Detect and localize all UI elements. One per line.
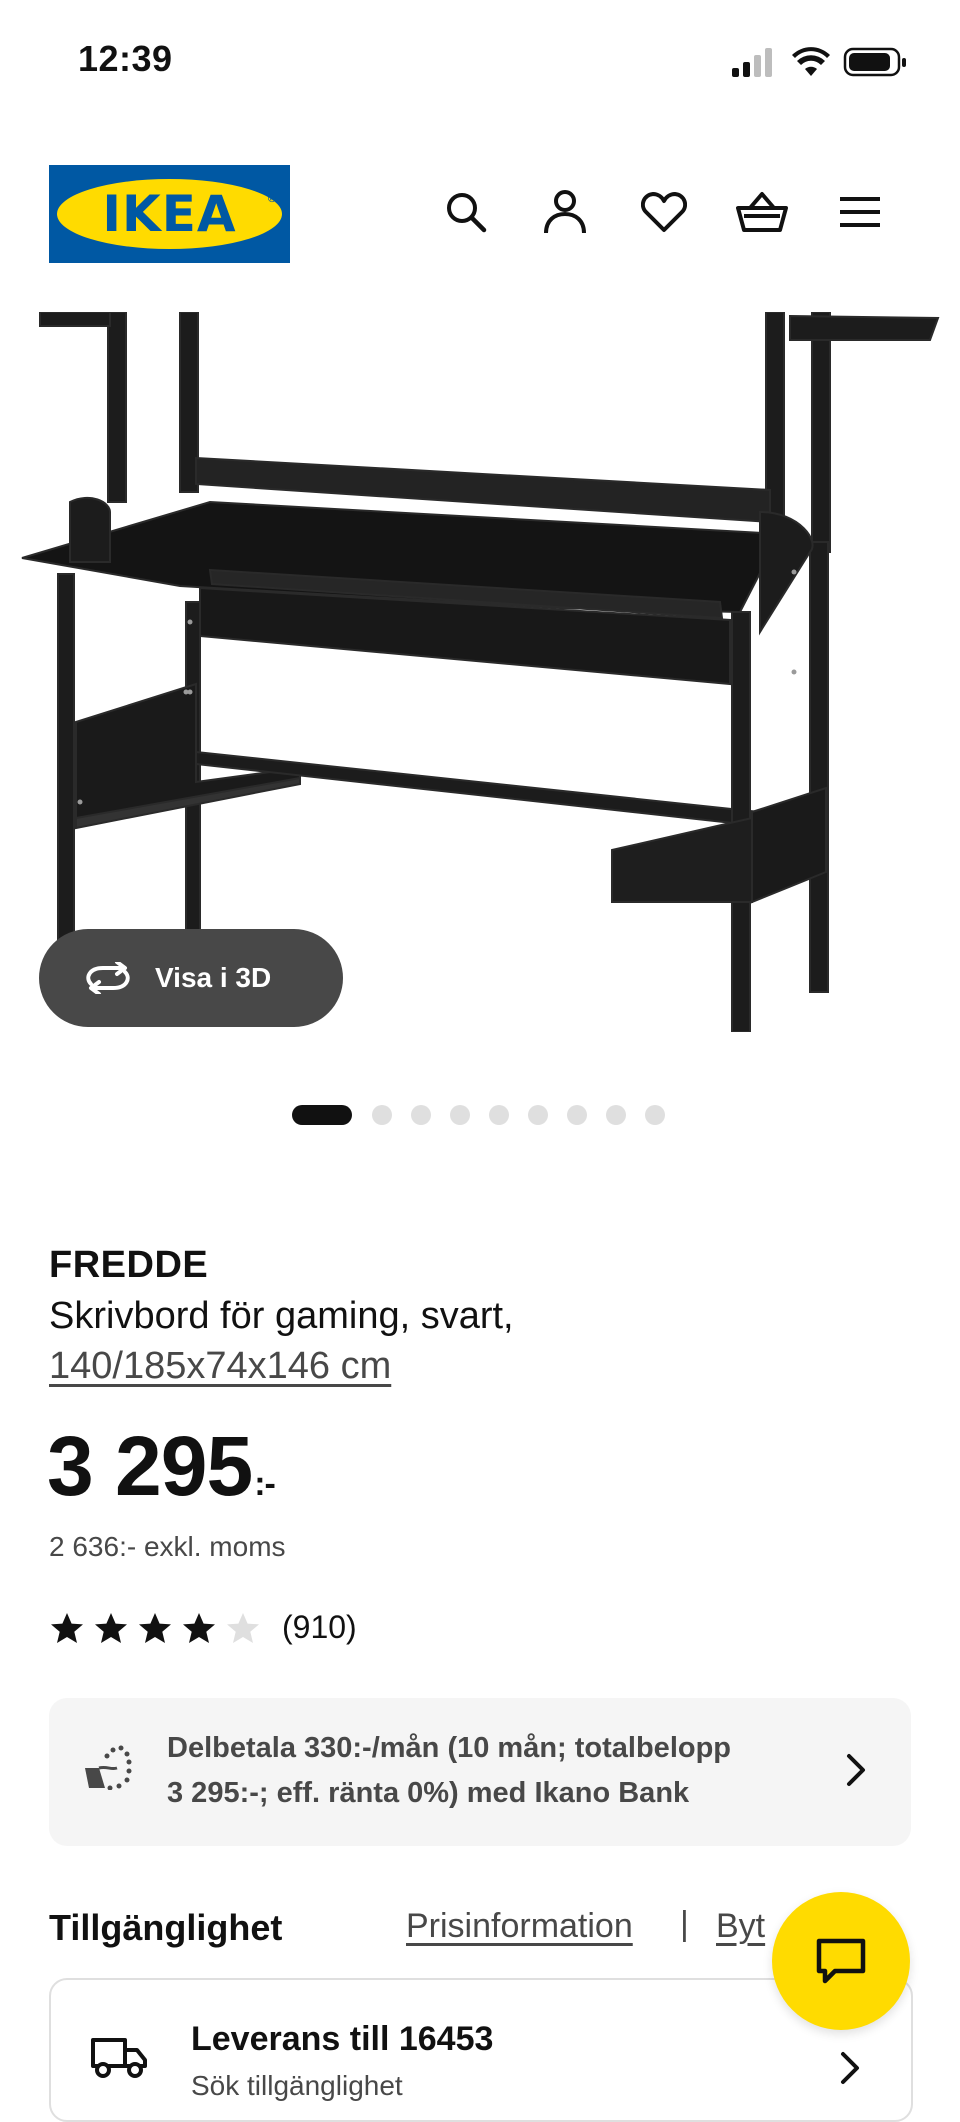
delivery-title: Leverans till 16453 (191, 2020, 494, 2058)
carousel-dot[interactable] (489, 1105, 509, 1125)
chat-button[interactable] (772, 1892, 910, 2030)
product-image[interactable] (0, 311, 960, 1033)
rotate-3d-icon (86, 962, 130, 994)
carousel-dot[interactable] (567, 1105, 587, 1125)
product-price: 3 295:- (47, 1424, 276, 1508)
carousel-dot[interactable] (292, 1105, 352, 1125)
battery-icon (843, 47, 906, 77)
availability-title: Tillgänglighet (49, 1907, 283, 1948)
chevron-right-icon (845, 1752, 867, 1793)
view-in-3d-button[interactable]: Visa i 3D (39, 929, 343, 1027)
view-in-3d-label: Visa i 3D (155, 962, 272, 993)
price-info-link[interactable]: Prisinformation (406, 1907, 633, 1946)
signal-icon (732, 48, 772, 77)
installment-offer[interactable]: Delbetala 330:-/mån (10 mån; totalbelopp… (49, 1698, 911, 1846)
wifi-icon (792, 47, 830, 76)
truck-icon (91, 2036, 147, 2083)
star-half-icon (227, 1613, 259, 1643)
ikea-logo[interactable]: IKEA ® (49, 165, 290, 263)
star-icon (139, 1613, 171, 1643)
carousel-dot[interactable] (606, 1105, 626, 1125)
carousel-dot[interactable] (450, 1105, 470, 1125)
product-name: FREDDE (49, 1244, 209, 1286)
price-excl-vat: 2 636:- exkl. moms (49, 1531, 286, 1562)
star-icon (183, 1613, 215, 1643)
price-suffix: :- (254, 1465, 276, 1503)
search-icon[interactable] (440, 186, 492, 238)
carousel-dots (292, 1104, 684, 1126)
product-dimensions-link[interactable]: 140/185x74x146 cm (49, 1345, 391, 1388)
status-time: 12:39 (78, 38, 173, 79)
change-store-link[interactable]: Byt (716, 1907, 765, 1946)
product-description: Skrivbord för gaming, svart, (49, 1295, 514, 1337)
chat-icon (816, 1938, 866, 1984)
star-icon (95, 1613, 127, 1643)
menu-icon[interactable] (834, 186, 886, 238)
rating-count[interactable]: (910) (282, 1609, 357, 1646)
chevron-right-icon (839, 2050, 861, 2091)
rating-stars[interactable] (49, 1611, 261, 1647)
carousel-dot[interactable] (528, 1105, 548, 1125)
delivery-subtitle: Sök tillgänglighet (191, 2070, 403, 2101)
installment-text: Delbetala 330:-/mån (10 mån; totalbelopp… (167, 1732, 732, 1809)
basket-icon[interactable] (736, 186, 788, 238)
star-icon (51, 1613, 83, 1643)
status-icons (732, 44, 912, 78)
link-separator: | (680, 1905, 689, 1943)
user-icon[interactable] (539, 186, 591, 238)
carousel-dot[interactable] (645, 1105, 665, 1125)
carousel-dot[interactable] (411, 1105, 431, 1125)
coin-hand-icon (83, 1744, 133, 1795)
price-value: 3 295 (47, 1419, 253, 1513)
heart-icon[interactable] (638, 186, 690, 238)
logo-text: IKEA (102, 185, 237, 243)
carousel-dot[interactable] (372, 1105, 392, 1125)
